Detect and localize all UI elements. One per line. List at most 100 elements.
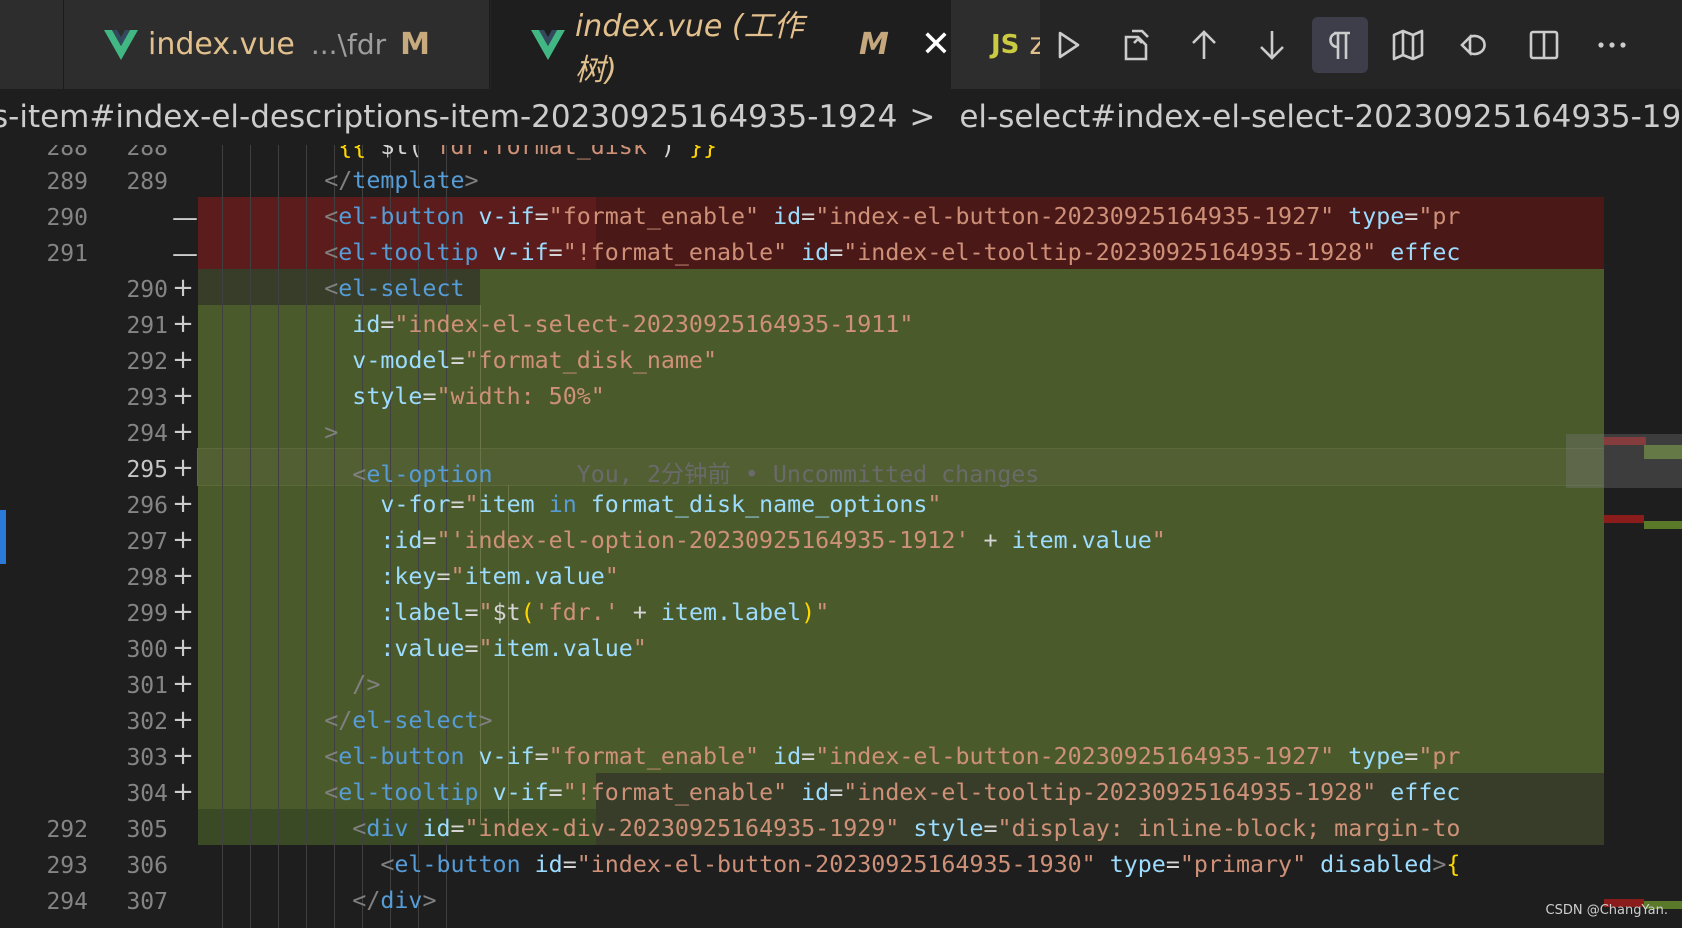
tab-label: index.vue — [148, 27, 295, 62]
added-line-marker: + — [172, 417, 194, 447]
line-number-modified: 303 — [126, 745, 168, 771]
code-line: {{ $t('fdr.format_disk') }} — [338, 145, 718, 160]
code-line-added: v-for="item in format_disk_name_options" — [380, 491, 942, 518]
watermark: CSDN @ChangYan. — [1545, 903, 1668, 918]
breadcrumb-item-descriptions-item[interactable]: s-item#index-el-descriptions-item-202309… — [0, 99, 897, 135]
minimap-deleted-marker — [1604, 515, 1644, 523]
line-number-modified: 297 — [126, 529, 168, 555]
code-line-added: :value="item.value" — [380, 635, 647, 662]
added-line-marker: + — [172, 705, 194, 735]
line-number-modified: 306 — [126, 853, 168, 879]
code-line-added: <el-button v-if="format_enable" id="inde… — [324, 743, 1461, 770]
line-number-modified: 295 — [126, 457, 168, 483]
editor-tab-bar: index.vue ...\fdr M index.vue (工作树) M ✕ … — [0, 0, 1682, 89]
added-line-marker: + — [172, 597, 194, 627]
deleted-line-marker: — — [172, 239, 198, 269]
vue-file-icon — [104, 29, 138, 60]
tab-js-file[interactable]: JS z — [951, 0, 1051, 89]
code-line-added: <el-tooltip v-if="!format_enable" id="in… — [324, 779, 1461, 806]
added-line-marker: + — [172, 489, 194, 519]
tab-index-vue[interactable]: index.vue ...\fdr M — [64, 0, 490, 89]
line-number-original: 289 — [46, 169, 88, 195]
modified-badge: M — [858, 27, 889, 62]
minimap[interactable] — [1604, 145, 1682, 928]
modified-badge: M — [400, 27, 430, 62]
editor-toolbar — [1040, 0, 1682, 89]
code-line-added: v-model="format_disk_name" — [352, 347, 717, 374]
breadcrumb: s-item#index-el-descriptions-item-202309… — [0, 89, 1682, 145]
git-blame-annotation: You, 2分钟前 • Uncommitted changes — [576, 461, 1040, 488]
line-number-original: 294 — [46, 889, 88, 915]
open-changes-icon[interactable] — [1108, 17, 1164, 73]
line-number-modified: 299 — [126, 601, 168, 627]
code-line-added: id="index-el-select-20230925164935-1911" — [352, 311, 914, 338]
run-icon[interactable] — [1040, 17, 1096, 73]
line-number-original: 288 — [46, 145, 88, 161]
tab-overflow[interactable] — [0, 0, 64, 89]
tab-label: index.vue (工作树) — [574, 8, 804, 88]
code-line: </div> — [352, 887, 437, 914]
code-line: <el-button id="index-el-button-202309251… — [380, 851, 1461, 878]
line-number-modified: 307 — [126, 889, 168, 915]
added-line-marker: + — [172, 273, 194, 303]
revert-icon[interactable] — [1448, 17, 1504, 73]
code-line-added: style="width: 50%" — [352, 383, 605, 410]
code-line-added: :id="'index-el-option-20230925164935-191… — [380, 527, 1166, 554]
added-line-marker: + — [172, 561, 194, 591]
line-number-modified: 300 — [126, 637, 168, 663]
line-number-modified: 294 — [126, 421, 168, 447]
line-number-original: 290 — [46, 205, 88, 231]
line-number-modified: 291 — [126, 313, 168, 339]
breadcrumb-separator: > — [909, 99, 936, 135]
tab-description: ...\fdr — [310, 28, 387, 61]
line-number-modified: 289 — [126, 169, 168, 195]
breadcrumb-item-el-select[interactable]: el-select#index-el-select-20230925164935… — [959, 99, 1682, 135]
added-line-marker: + — [172, 777, 194, 807]
line-number-modified: 305 — [126, 817, 168, 843]
code-line: </template> — [324, 167, 479, 194]
code-line: <div id="index-div-20230925164935-1929" … — [352, 815, 1461, 842]
close-icon[interactable]: ✕ — [921, 24, 951, 65]
diff-editor[interactable]: 288 288 289 289 290 — 291 — 290 + 291 + … — [0, 145, 1682, 928]
line-number-modified: 292 — [126, 349, 168, 375]
code-line-added: :key="item.value" — [380, 563, 619, 590]
line-number-modified: 301 — [126, 673, 168, 699]
line-number-modified: 293 — [126, 385, 168, 411]
code-line-added: </el-select> — [324, 707, 493, 734]
added-line-marker: + — [172, 669, 194, 699]
whitespace-icon[interactable] — [1312, 16, 1368, 73]
code-line-added: > — [324, 419, 339, 446]
line-number-original: 291 — [46, 241, 88, 267]
minimap-added-marker — [1644, 521, 1682, 529]
line-number-modified: 290 — [126, 277, 168, 303]
tab-index-vue-working-tree[interactable]: index.vue (工作树) M ✕ — [491, 0, 951, 89]
next-change-icon[interactable] — [1244, 17, 1300, 73]
code-line-added-current: <el-option You, 2分钟前 • Uncommitted chang… — [352, 461, 1040, 488]
line-number-modified: 302 — [126, 709, 168, 735]
code-line-deleted: <el-button v-if="format_enable" id="inde… — [324, 203, 1461, 230]
added-line-marker: + — [172, 525, 194, 555]
added-line-marker: + — [172, 453, 194, 483]
code-line-deleted: <el-tooltip v-if="!format_enable" id="in… — [324, 239, 1461, 266]
minimap-slider[interactable] — [1566, 434, 1682, 488]
line-number-modified: 288 — [126, 145, 168, 161]
sash-indicator — [0, 510, 6, 564]
deleted-line-marker: — — [172, 203, 198, 233]
line-number-original: 292 — [46, 817, 88, 843]
more-icon[interactable] — [1584, 17, 1640, 73]
line-number-modified: 304 — [126, 781, 168, 807]
split-editor-icon[interactable] — [1516, 17, 1572, 73]
previous-change-icon[interactable] — [1176, 17, 1232, 73]
code-line-added: :label="$t('fdr.' + item.label)" — [380, 599, 830, 626]
added-line-marker: + — [172, 381, 194, 411]
line-number-modified: 296 — [126, 493, 168, 519]
vue-file-icon — [531, 29, 565, 60]
code-line-added: <el-select — [324, 275, 465, 302]
code-line-added: /> — [352, 671, 381, 698]
map-icon[interactable] — [1380, 17, 1436, 73]
added-line-marker: + — [172, 345, 194, 375]
added-line-marker: + — [172, 741, 194, 771]
line-number-original: 293 — [46, 853, 88, 879]
added-lines-bg — [198, 269, 1604, 773]
added-line-marker: + — [172, 309, 194, 339]
